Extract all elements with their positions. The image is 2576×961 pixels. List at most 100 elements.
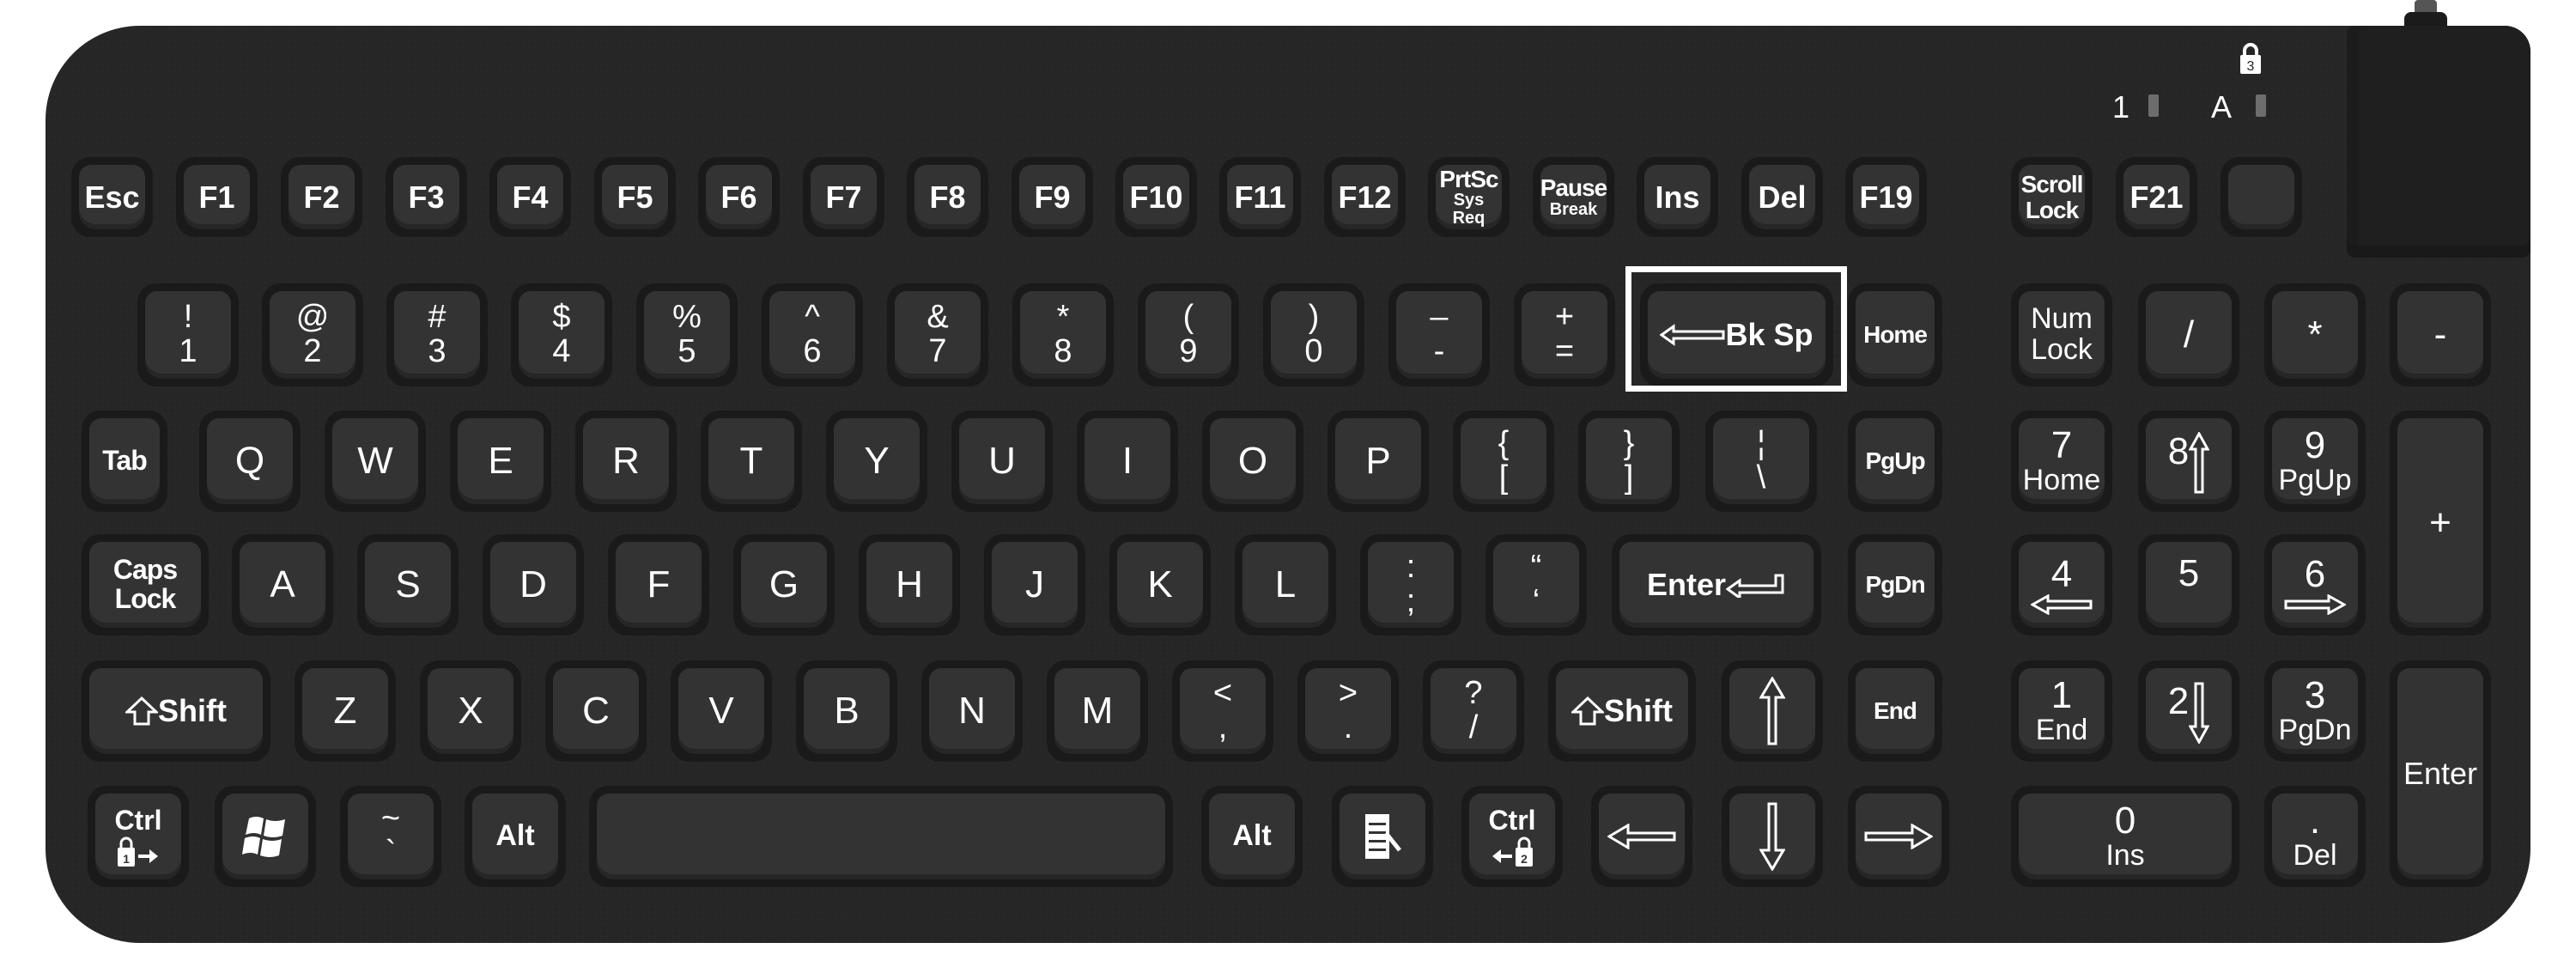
key-windows[interactable] [215, 786, 316, 887]
key-numpad-multiply[interactable]: * [2264, 283, 2366, 386]
key-numpad-0[interactable]: 0 Ins [2011, 786, 2239, 887]
key-numpad-2[interactable]: 2 [2138, 660, 2239, 762]
key-pgup[interactable]: PgUp [1848, 411, 1942, 512]
key-comma[interactable]: <, [1172, 660, 1273, 762]
key-numpad-9[interactable]: 9 PgUp [2264, 411, 2366, 512]
key-h[interactable]: H [859, 534, 960, 636]
key-m[interactable]: M [1047, 660, 1148, 762]
key-tab[interactable]: Tab [82, 411, 167, 512]
key-f9[interactable]: F9 [1012, 157, 1093, 237]
key-a[interactable]: A [232, 534, 333, 636]
key-semicolon[interactable]: :; [1360, 534, 1461, 636]
key-6[interactable]: ^ 6 [762, 283, 863, 386]
key-f6[interactable]: F6 [698, 157, 780, 237]
key-num-lock[interactable]: Num Lock [2011, 283, 2112, 386]
key-v[interactable]: V [671, 660, 772, 762]
key-f12[interactable]: F12 [1324, 157, 1406, 237]
key-numpad-8[interactable]: 8 [2138, 411, 2239, 512]
key-o[interactable]: O [1202, 411, 1303, 512]
key-c[interactable]: C [545, 660, 647, 762]
key-enter[interactable]: Enter [1612, 534, 1821, 636]
key-w[interactable]: W [325, 411, 426, 512]
key-l[interactable]: L [1235, 534, 1336, 636]
key-n[interactable]: N [921, 660, 1023, 762]
key-slash[interactable]: ? / [1423, 660, 1524, 762]
key-f2[interactable]: F2 [281, 157, 362, 237]
key-g[interactable]: G [733, 534, 835, 636]
key-z[interactable]: Z [295, 660, 396, 762]
key-f1[interactable]: F1 [176, 157, 258, 237]
key-4[interactable]: $4 [511, 283, 612, 386]
key-s[interactable]: S [357, 534, 459, 636]
key-left-shift[interactable]: Shift [82, 660, 270, 762]
key-arrow-left[interactable] [1591, 786, 1692, 887]
key-arrow-right[interactable] [1848, 786, 1949, 887]
key-x[interactable]: X [420, 660, 521, 762]
key-f19[interactable]: F19 [1845, 157, 1927, 237]
key-t[interactable]: T [701, 411, 802, 512]
key-f3[interactable]: F3 [386, 157, 467, 237]
key-numpad-5[interactable]: 5 [2138, 534, 2239, 636]
key-q[interactable]: Q [199, 411, 301, 512]
key-numpad-4[interactable]: 4 [2011, 534, 2112, 636]
key-caps-lock[interactable]: Caps Lock [82, 534, 209, 636]
key-f7[interactable]: F7 [803, 157, 884, 237]
key-arrow-up[interactable] [1722, 660, 1823, 762]
key-numpad-3[interactable]: 3 PgDn [2264, 660, 2366, 762]
key-minus[interactable]: – - [1388, 283, 1490, 386]
key-f[interactable]: F [608, 534, 709, 636]
key-f8[interactable]: F8 [907, 157, 988, 237]
key-home[interactable]: Home [1848, 283, 1942, 386]
key-5[interactable]: % 5 [636, 283, 738, 386]
key-7[interactable]: & 7 [887, 283, 988, 386]
key-scroll-lock[interactable]: Scroll Lock [2011, 157, 2093, 237]
key-blank[interactable] [2221, 157, 2302, 237]
key-menu[interactable] [1332, 786, 1433, 887]
key-arrow-down[interactable] [1722, 786, 1823, 887]
key-quote[interactable]: “‘ [1485, 534, 1587, 636]
key-f10[interactable]: F10 [1115, 157, 1197, 237]
key-8[interactable]: * 8 [1012, 283, 1114, 386]
key-numpad-decimal[interactable]: . Del [2264, 786, 2366, 887]
key-i[interactable]: I [1077, 411, 1178, 512]
key-y[interactable]: Y [826, 411, 927, 512]
key-numpad-enter[interactable]: Enter [2390, 660, 2491, 887]
key-left-bracket[interactable]: {[ [1453, 411, 1554, 512]
key-numpad-7[interactable]: 7 Home [2011, 411, 2112, 512]
key-f21[interactable]: F21 [2116, 157, 2197, 237]
key-backslash[interactable]: ¦ \ [1705, 411, 1817, 512]
key-prtsc[interactable]: PrtSc Sys Req [1428, 157, 1510, 237]
key-del[interactable]: Del [1741, 157, 1823, 237]
key-numpad-minus[interactable]: - [2390, 283, 2491, 386]
key-right-bracket[interactable]: }] [1578, 411, 1680, 512]
key-3[interactable]: #3 [386, 283, 488, 386]
key-spacebar[interactable] [589, 786, 1173, 887]
key-1[interactable]: ! 1 [137, 283, 239, 386]
key-numpad-divide[interactable]: / [2138, 283, 2239, 386]
key-esc[interactable]: Esc [71, 157, 153, 237]
key-numpad-6[interactable]: 6 [2264, 534, 2366, 636]
key-u[interactable]: U [951, 411, 1053, 512]
key-f4[interactable]: F4 [489, 157, 571, 237]
key-k[interactable]: K [1109, 534, 1211, 636]
key-f5[interactable]: F5 [594, 157, 676, 237]
key-ins[interactable]: Ins [1637, 157, 1718, 237]
key-tilde[interactable]: ~ ` [340, 786, 441, 887]
key-pause[interactable]: Pause Break [1533, 157, 1614, 237]
key-2[interactable]: @2 [262, 283, 363, 386]
key-b[interactable]: B [796, 660, 897, 762]
key-numpad-1[interactable]: 1 End [2011, 660, 2112, 762]
key-right-ctrl[interactable]: Ctrl 2 [1461, 786, 1563, 887]
key-f11[interactable]: F11 [1219, 157, 1301, 237]
key-right-shift[interactable]: Shift [1548, 660, 1696, 762]
key-numpad-plus[interactable]: + [2390, 411, 2491, 636]
key-r[interactable]: R [575, 411, 677, 512]
key-j[interactable]: J [984, 534, 1085, 636]
key-0[interactable]: ) 0 [1263, 283, 1364, 386]
key-end[interactable]: End [1848, 660, 1942, 762]
key-9[interactable]: (9 [1138, 283, 1239, 386]
key-left-alt[interactable]: Alt [465, 786, 566, 887]
key-equals[interactable]: + = [1514, 283, 1615, 386]
key-period[interactable]: >. [1297, 660, 1399, 762]
key-p[interactable]: P [1327, 411, 1429, 512]
